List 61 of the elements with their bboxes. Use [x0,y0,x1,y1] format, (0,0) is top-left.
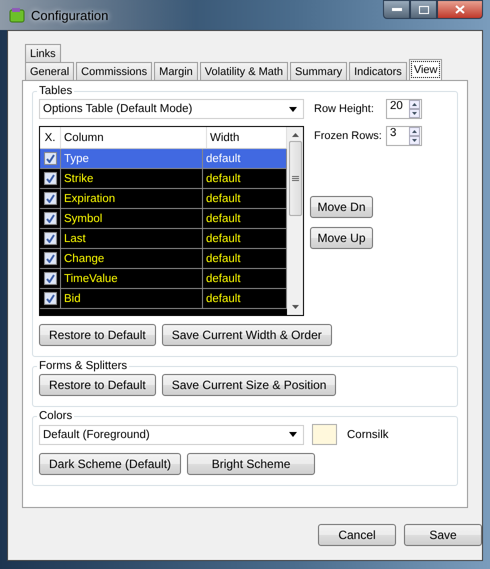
action-button[interactable]: Restore to Default [39,324,156,346]
group-title: Colors [38,410,74,422]
scrollbar[interactable] [287,127,303,315]
table-cell: Last [61,229,203,248]
group-title: Forms & Splitters [38,360,128,372]
tab[interactable]: Summary [290,62,348,80]
checkbox[interactable] [44,152,56,165]
move-button[interactable]: Move Up [310,227,373,249]
group-title: Tables [38,85,74,97]
tab[interactable]: Links [25,44,61,62]
table-cell: TimeValue [61,269,203,288]
tab[interactable]: Volatility & Math [200,62,288,80]
field-label: Frozen Rows: [314,130,382,142]
scroll-up-icon[interactable] [292,133,298,137]
action-button[interactable]: Restore to Default [39,374,156,396]
tab[interactable]: Indicators [349,62,407,80]
tab[interactable]: General [25,62,74,80]
row-height-spinner[interactable]: 20 [386,99,422,119]
table-dropdown[interactable]: Options Table (Default Mode) [39,99,304,119]
action-button[interactable]: Save Current Size & Position [162,374,336,396]
color-dropdown[interactable]: Default (Foreground) [39,424,304,444]
app-icon [9,7,25,23]
table-cell: Expiration [61,189,203,208]
footer-button[interactable]: Save [404,524,482,546]
close-button[interactable] [437,0,483,19]
scheme-button[interactable]: Dark Scheme (Default) [39,453,182,475]
footer-button[interactable]: Cancel [318,524,396,546]
maximize-button[interactable] [410,0,437,19]
color-swatch[interactable] [312,424,337,445]
action-button[interactable]: Save Current Width & Order [162,324,332,346]
window-title: Configuration [31,8,108,22]
color-name: Cornsilk [347,428,389,440]
scroll-down-icon[interactable] [292,305,298,309]
checkbox[interactable] [44,292,56,305]
checkbox[interactable] [44,272,56,285]
minimize-icon [392,8,402,12]
frozen-rows-spinner[interactable]: 3 [386,126,422,146]
table-cell: Bid [61,289,203,308]
column-header[interactable]: Column [61,127,207,148]
checkbox[interactable] [44,172,56,185]
scheme-button[interactable]: Bright Scheme [187,453,316,475]
tab[interactable]: Commissions [76,62,152,80]
table-cell: Symbol [61,209,203,228]
move-button[interactable]: Move Dn [310,196,373,218]
table-cell: Type [61,149,203,168]
caret-icon [289,432,297,437]
checkbox[interactable] [44,252,56,265]
column-header[interactable]: X. [40,127,61,148]
field-label: Row Height: [314,103,375,115]
grip-icon [292,176,298,181]
table-cell: Change [61,249,203,268]
minimize-button[interactable] [383,0,410,19]
maximize-icon [418,6,428,14]
tab[interactable]: Margin [154,62,198,80]
checkbox[interactable] [44,212,56,225]
checkbox[interactable] [44,192,56,205]
tab[interactable]: View [408,59,442,80]
close-icon [455,5,465,14]
table-cell: Strike [61,169,203,188]
checkbox[interactable] [44,232,56,245]
caret-icon [289,106,297,112]
